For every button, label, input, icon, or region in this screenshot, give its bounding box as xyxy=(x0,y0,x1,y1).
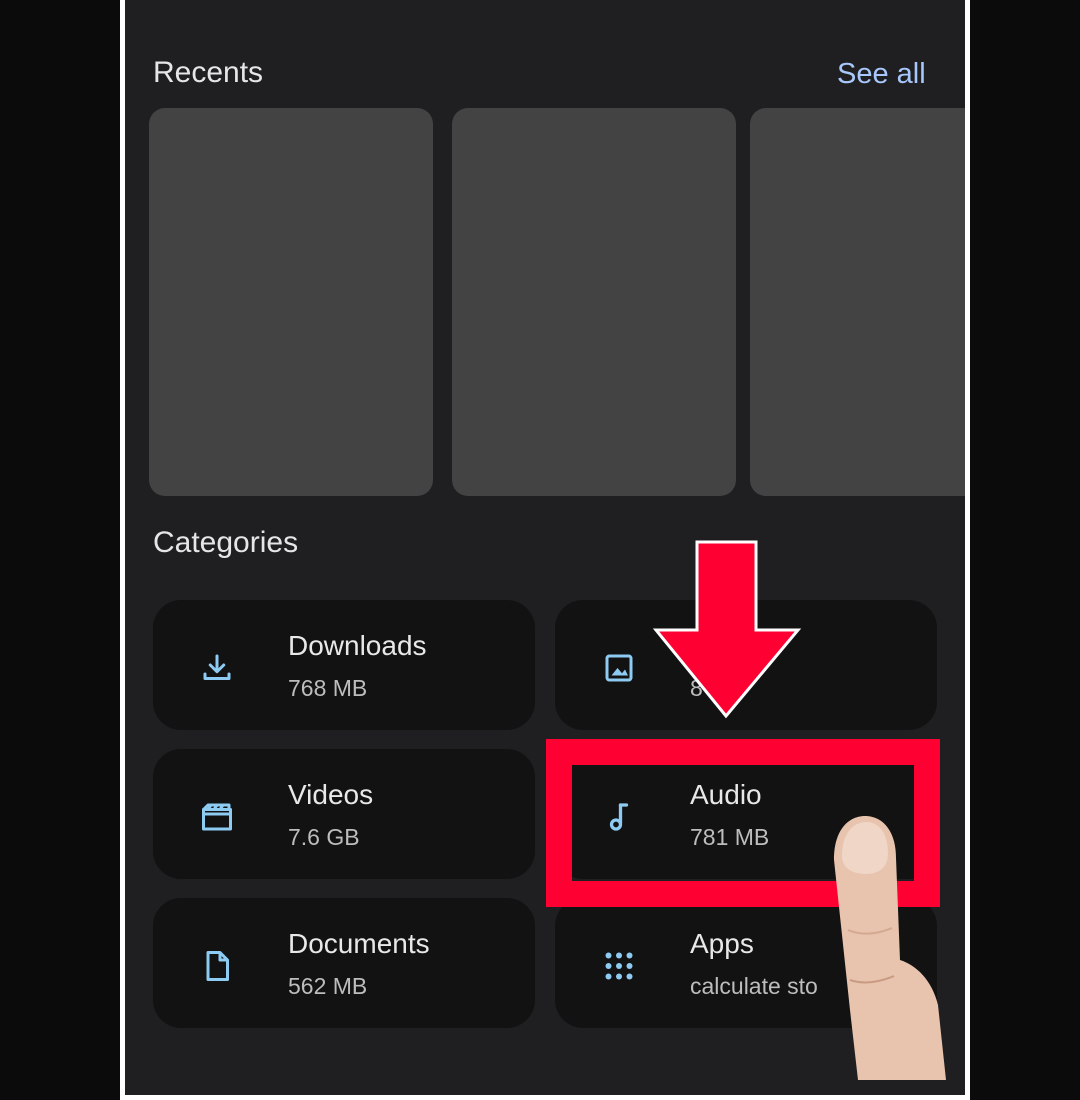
category-label: Downloads xyxy=(288,630,427,661)
category-videos[interactable]: Videos 7.6 GB xyxy=(153,749,535,879)
category-images[interactable]: Images 8 xyxy=(555,600,937,730)
category-label: Videos xyxy=(288,779,374,810)
apps-grid-icon xyxy=(601,948,637,984)
recent-file-thumbnail[interactable] xyxy=(149,108,433,496)
recent-file-thumbnail[interactable] xyxy=(750,108,965,496)
recent-file-thumbnail[interactable] xyxy=(452,108,736,496)
files-app-screen: Recents See all Categories Downloads 768… xyxy=(120,0,970,1100)
category-documents[interactable]: Documents 562 MB xyxy=(153,898,535,1028)
category-label: Audio xyxy=(690,779,762,810)
image-icon xyxy=(601,650,637,686)
category-size: 562 MB xyxy=(288,973,368,999)
video-icon xyxy=(199,799,235,835)
category-size: 768 MB xyxy=(288,675,368,701)
category-size: calculate sto xyxy=(690,973,818,999)
music-note-icon xyxy=(601,799,637,835)
category-downloads[interactable]: Downloads 768 MB xyxy=(153,600,535,730)
category-label: Documents xyxy=(288,928,430,959)
category-apps[interactable]: Apps calculate sto xyxy=(555,898,937,1028)
see-all-link[interactable]: See all xyxy=(837,58,926,91)
document-icon xyxy=(199,948,235,984)
recents-title: Recents xyxy=(153,56,264,89)
category-label: Images xyxy=(690,630,782,661)
category-size: 781 MB xyxy=(690,824,770,850)
category-size: 7.6 GB xyxy=(288,824,360,850)
category-audio[interactable]: Audio 781 MB xyxy=(555,749,937,879)
category-label: Apps xyxy=(690,928,754,959)
categories-title: Categories xyxy=(153,526,299,559)
download-icon xyxy=(199,650,235,686)
category-size: 8 xyxy=(690,675,703,701)
